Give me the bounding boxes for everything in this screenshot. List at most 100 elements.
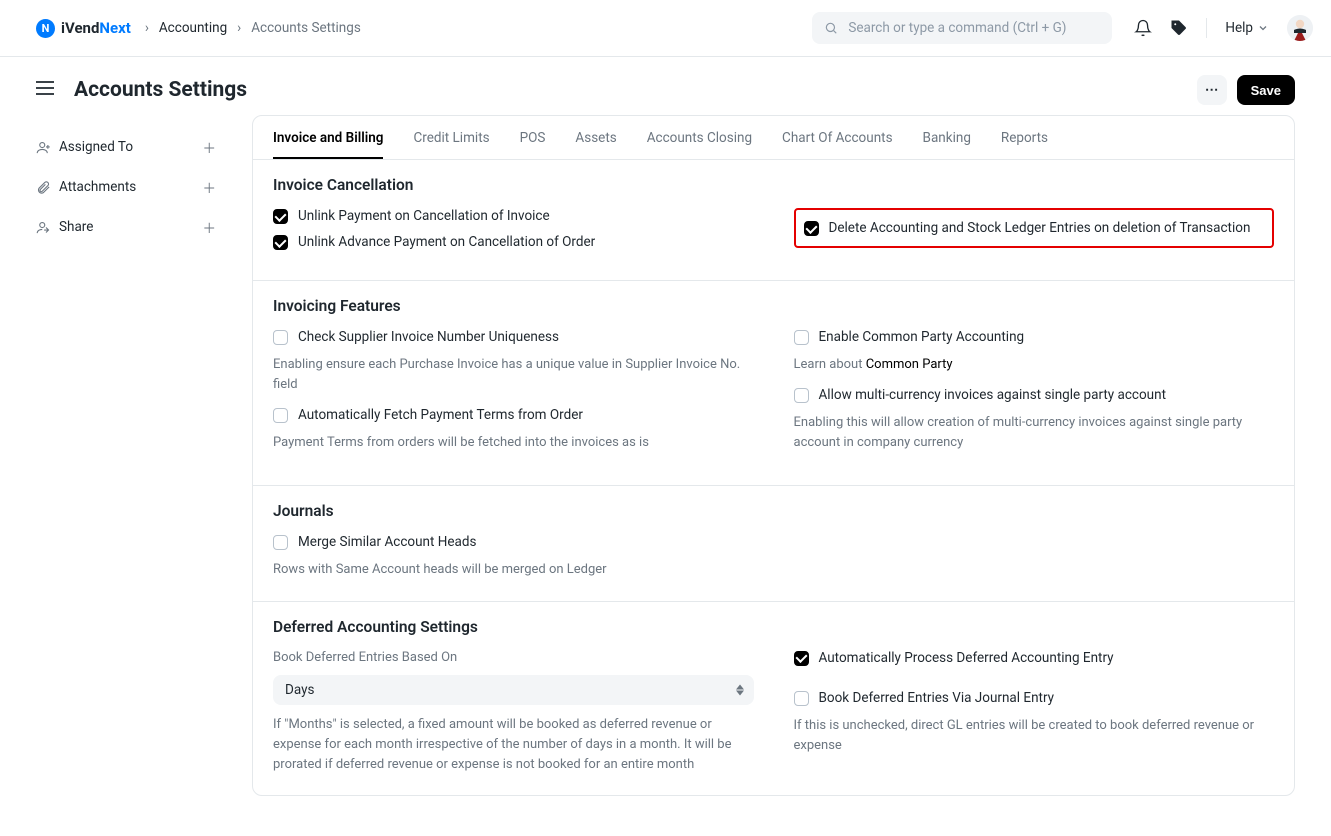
chevron-right-icon: ›	[145, 20, 149, 36]
checkbox-row: Check Supplier Invoice Number Uniqueness	[273, 329, 754, 345]
section-invoice-cancellation: Invoice Cancellation Unlink Payment on C…	[253, 160, 1294, 281]
logo-icon: N	[36, 19, 55, 38]
logo-text-b: Next	[99, 19, 130, 37]
checkbox-row: Automatically Process Deferred Accountin…	[794, 650, 1275, 666]
checkbox-delete-ledger-entries[interactable]	[804, 221, 819, 236]
checkbox-label: Enable Common Party Accounting	[819, 329, 1025, 345]
checkbox-row: Unlink Payment on Cancellation of Invoic…	[273, 208, 754, 224]
help-prefix: Learn about	[794, 357, 866, 372]
help-link[interactable]: Common Party	[866, 357, 953, 372]
sidebar-item-label: Share	[59, 219, 203, 235]
checkbox-label: Allow multi-currency invoices against si…	[819, 387, 1167, 403]
checkbox-row: Unlink Advance Payment on Cancellation o…	[273, 234, 754, 250]
avatar[interactable]	[1287, 15, 1313, 41]
checkbox-row: Automatically Fetch Payment Terms from O…	[273, 407, 754, 423]
highlighted-option: Delete Accounting and Stock Ledger Entri…	[794, 208, 1275, 248]
checkbox-deferred-via-journal[interactable]	[794, 691, 809, 706]
checkbox-label: Check Supplier Invoice Number Uniqueness	[298, 329, 559, 345]
tab-credit-limits[interactable]: Credit Limits	[413, 116, 489, 159]
menu-button[interactable]: ⋯	[1197, 75, 1227, 105]
help-text: If "Months" is selected, a fixed amount …	[273, 715, 754, 775]
breadcrumb-item[interactable]: Accounting	[159, 20, 227, 36]
checkbox-supplier-invoice-unique[interactable]	[273, 330, 288, 345]
checkbox-label: Unlink Advance Payment on Cancellation o…	[298, 234, 595, 250]
help-text: If this is unchecked, direct GL entries …	[794, 716, 1275, 756]
chevron-right-icon: ›	[237, 20, 241, 36]
checkbox-merge-heads[interactable]	[273, 535, 288, 550]
checkbox-row: Allow multi-currency invoices against si…	[794, 387, 1275, 403]
sidebar-item-assigned-to[interactable]: Assigned To ＋	[36, 127, 216, 167]
top-bar: N iVendNext › Accounting › Accounts Sett…	[0, 0, 1331, 57]
checkbox-auto-process-deferred[interactable]	[794, 651, 809, 666]
sidebar-item-attachments[interactable]: Attachments ＋	[36, 167, 216, 207]
save-button[interactable]: Save	[1237, 75, 1295, 105]
section-title: Invoice Cancellation	[273, 176, 1274, 194]
select-book-deferred-based-on[interactable]: Days	[273, 675, 754, 705]
checkbox-common-party[interactable]	[794, 330, 809, 345]
checkbox-unlink-advance[interactable]	[273, 235, 288, 250]
field-label: Book Deferred Entries Based On	[273, 650, 754, 665]
sidebar-item-label: Assigned To	[59, 139, 203, 155]
checkbox-row: Delete Accounting and Stock Ledger Entri…	[804, 220, 1265, 236]
stepper-icon	[736, 684, 744, 695]
plus-icon[interactable]: ＋	[203, 217, 217, 237]
tab-invoice-and-billing[interactable]: Invoice and Billing	[273, 116, 383, 159]
checkbox-label: Automatically Fetch Payment Terms from O…	[298, 407, 583, 423]
search-placeholder: Search or type a command (Ctrl + G)	[848, 20, 1066, 36]
breadcrumb-item[interactable]: Accounts Settings	[251, 20, 361, 36]
search-input[interactable]: Search or type a command (Ctrl + G)	[812, 12, 1112, 44]
page-header: Accounts Settings ⋯ Save	[0, 57, 1331, 115]
search-icon	[824, 21, 838, 35]
section-invoicing-features: Invoicing Features Check Supplier Invoic…	[253, 281, 1294, 486]
tab-chart-of-accounts[interactable]: Chart Of Accounts	[782, 116, 893, 159]
divider	[1206, 18, 1207, 38]
plus-icon[interactable]: ＋	[203, 177, 217, 197]
section-title: Deferred Accounting Settings	[273, 618, 1274, 636]
checkbox-label: Book Deferred Entries Via Journal Entry	[819, 690, 1055, 706]
ellipsis-icon: ⋯	[1205, 82, 1219, 98]
tab-banking[interactable]: Banking	[923, 116, 971, 159]
checkbox-multi-currency[interactable]	[794, 388, 809, 403]
select-value: Days	[285, 682, 314, 698]
share-icon	[36, 220, 51, 235]
breadcrumb: › Accounting › Accounts Settings	[145, 20, 361, 36]
help-text: Learn about Common Party	[794, 355, 1275, 375]
checkbox-label: Unlink Payment on Cancellation of Invoic…	[298, 208, 550, 224]
user-plus-icon	[36, 140, 51, 155]
tab-reports[interactable]: Reports	[1001, 116, 1048, 159]
sidebar-item-share[interactable]: Share ＋	[36, 207, 216, 247]
tab-accounts-closing[interactable]: Accounts Closing	[647, 116, 752, 159]
tabs: Invoice and Billing Credit Limits POS As…	[253, 116, 1294, 160]
help-label: Help	[1225, 20, 1253, 36]
checkbox-label: Automatically Process Deferred Accountin…	[819, 650, 1114, 666]
checkbox-row: Book Deferred Entries Via Journal Entry	[794, 690, 1275, 706]
checkbox-label: Delete Accounting and Stock Ledger Entri…	[829, 220, 1251, 236]
avatar-icon	[1287, 15, 1313, 41]
section-journals: Journals Merge Similar Account Heads Row…	[253, 486, 1294, 601]
chevron-down-icon	[1257, 22, 1269, 34]
plus-icon[interactable]: ＋	[203, 137, 217, 157]
tab-pos[interactable]: POS	[520, 116, 546, 159]
logo-text-a: iVend	[61, 19, 99, 37]
help-text: Rows with Same Account heads will be mer…	[273, 560, 754, 580]
hamburger-icon	[36, 81, 54, 95]
section-title: Journals	[273, 502, 1274, 520]
section-deferred: Deferred Accounting Settings Book Deferr…	[253, 602, 1294, 795]
sidebar: Assigned To ＋ Attachments ＋ Share ＋	[36, 115, 216, 796]
page-title: Accounts Settings	[74, 78, 247, 102]
settings-card: Invoice and Billing Credit Limits POS As…	[252, 115, 1295, 796]
help-text: Payment Terms from orders will be fetche…	[273, 433, 754, 453]
checkbox-auto-fetch-terms[interactable]	[273, 408, 288, 423]
help-dropdown[interactable]: Help	[1225, 20, 1269, 36]
menu-toggle[interactable]	[36, 81, 54, 99]
checkbox-row: Enable Common Party Accounting	[794, 329, 1275, 345]
help-text: Enabling this will allow creation of mul…	[794, 413, 1275, 453]
section-title: Invoicing Features	[273, 297, 1274, 315]
tab-assets[interactable]: Assets	[575, 116, 616, 159]
help-text: Enabling ensure each Purchase Invoice ha…	[273, 355, 754, 395]
app-logo[interactable]: N iVendNext	[36, 19, 131, 38]
checkbox-unlink-payment[interactable]	[273, 209, 288, 224]
checkbox-row: Merge Similar Account Heads	[273, 534, 754, 550]
bell-icon[interactable]	[1134, 19, 1152, 37]
tag-icon[interactable]	[1170, 19, 1188, 37]
